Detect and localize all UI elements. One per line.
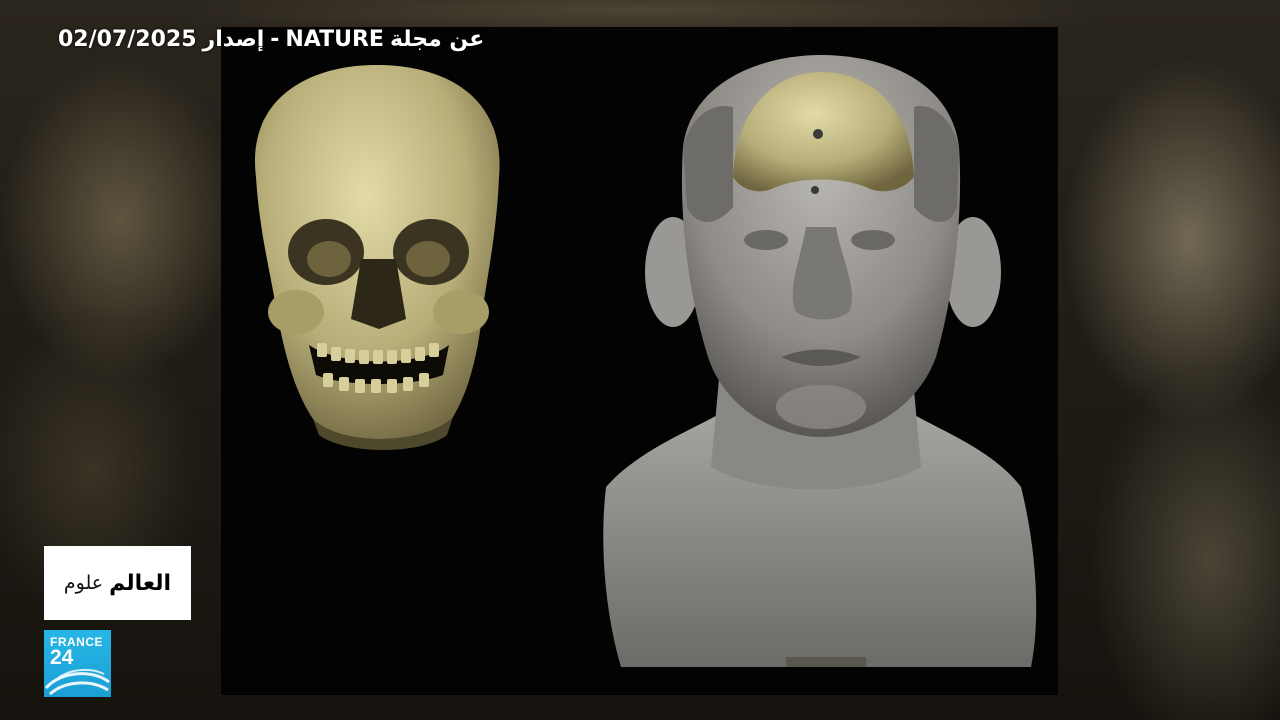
program-title-box: العالم علوم: [44, 546, 191, 620]
skull-figure: [254, 65, 500, 450]
headline-source: عن مجلة: [389, 27, 485, 52]
source-headline: 02/07/2025 إصدار - NATURE عن مجلة: [58, 22, 484, 58]
reconstructed-bust-figure: [603, 55, 1037, 667]
headline-brand: NATURE: [285, 27, 384, 52]
program-title-bold: العالم: [109, 570, 172, 596]
logo-line-24: 24: [50, 646, 74, 669]
france24-logo: FRANCE 24: [44, 630, 111, 697]
program-title-light: علوم: [63, 572, 104, 594]
headline-date: 02/07/2025: [58, 27, 197, 52]
headline-issue: إصدار: [202, 27, 265, 52]
headline-separator: -: [270, 27, 280, 52]
reconstruction-image: [221, 27, 1058, 695]
